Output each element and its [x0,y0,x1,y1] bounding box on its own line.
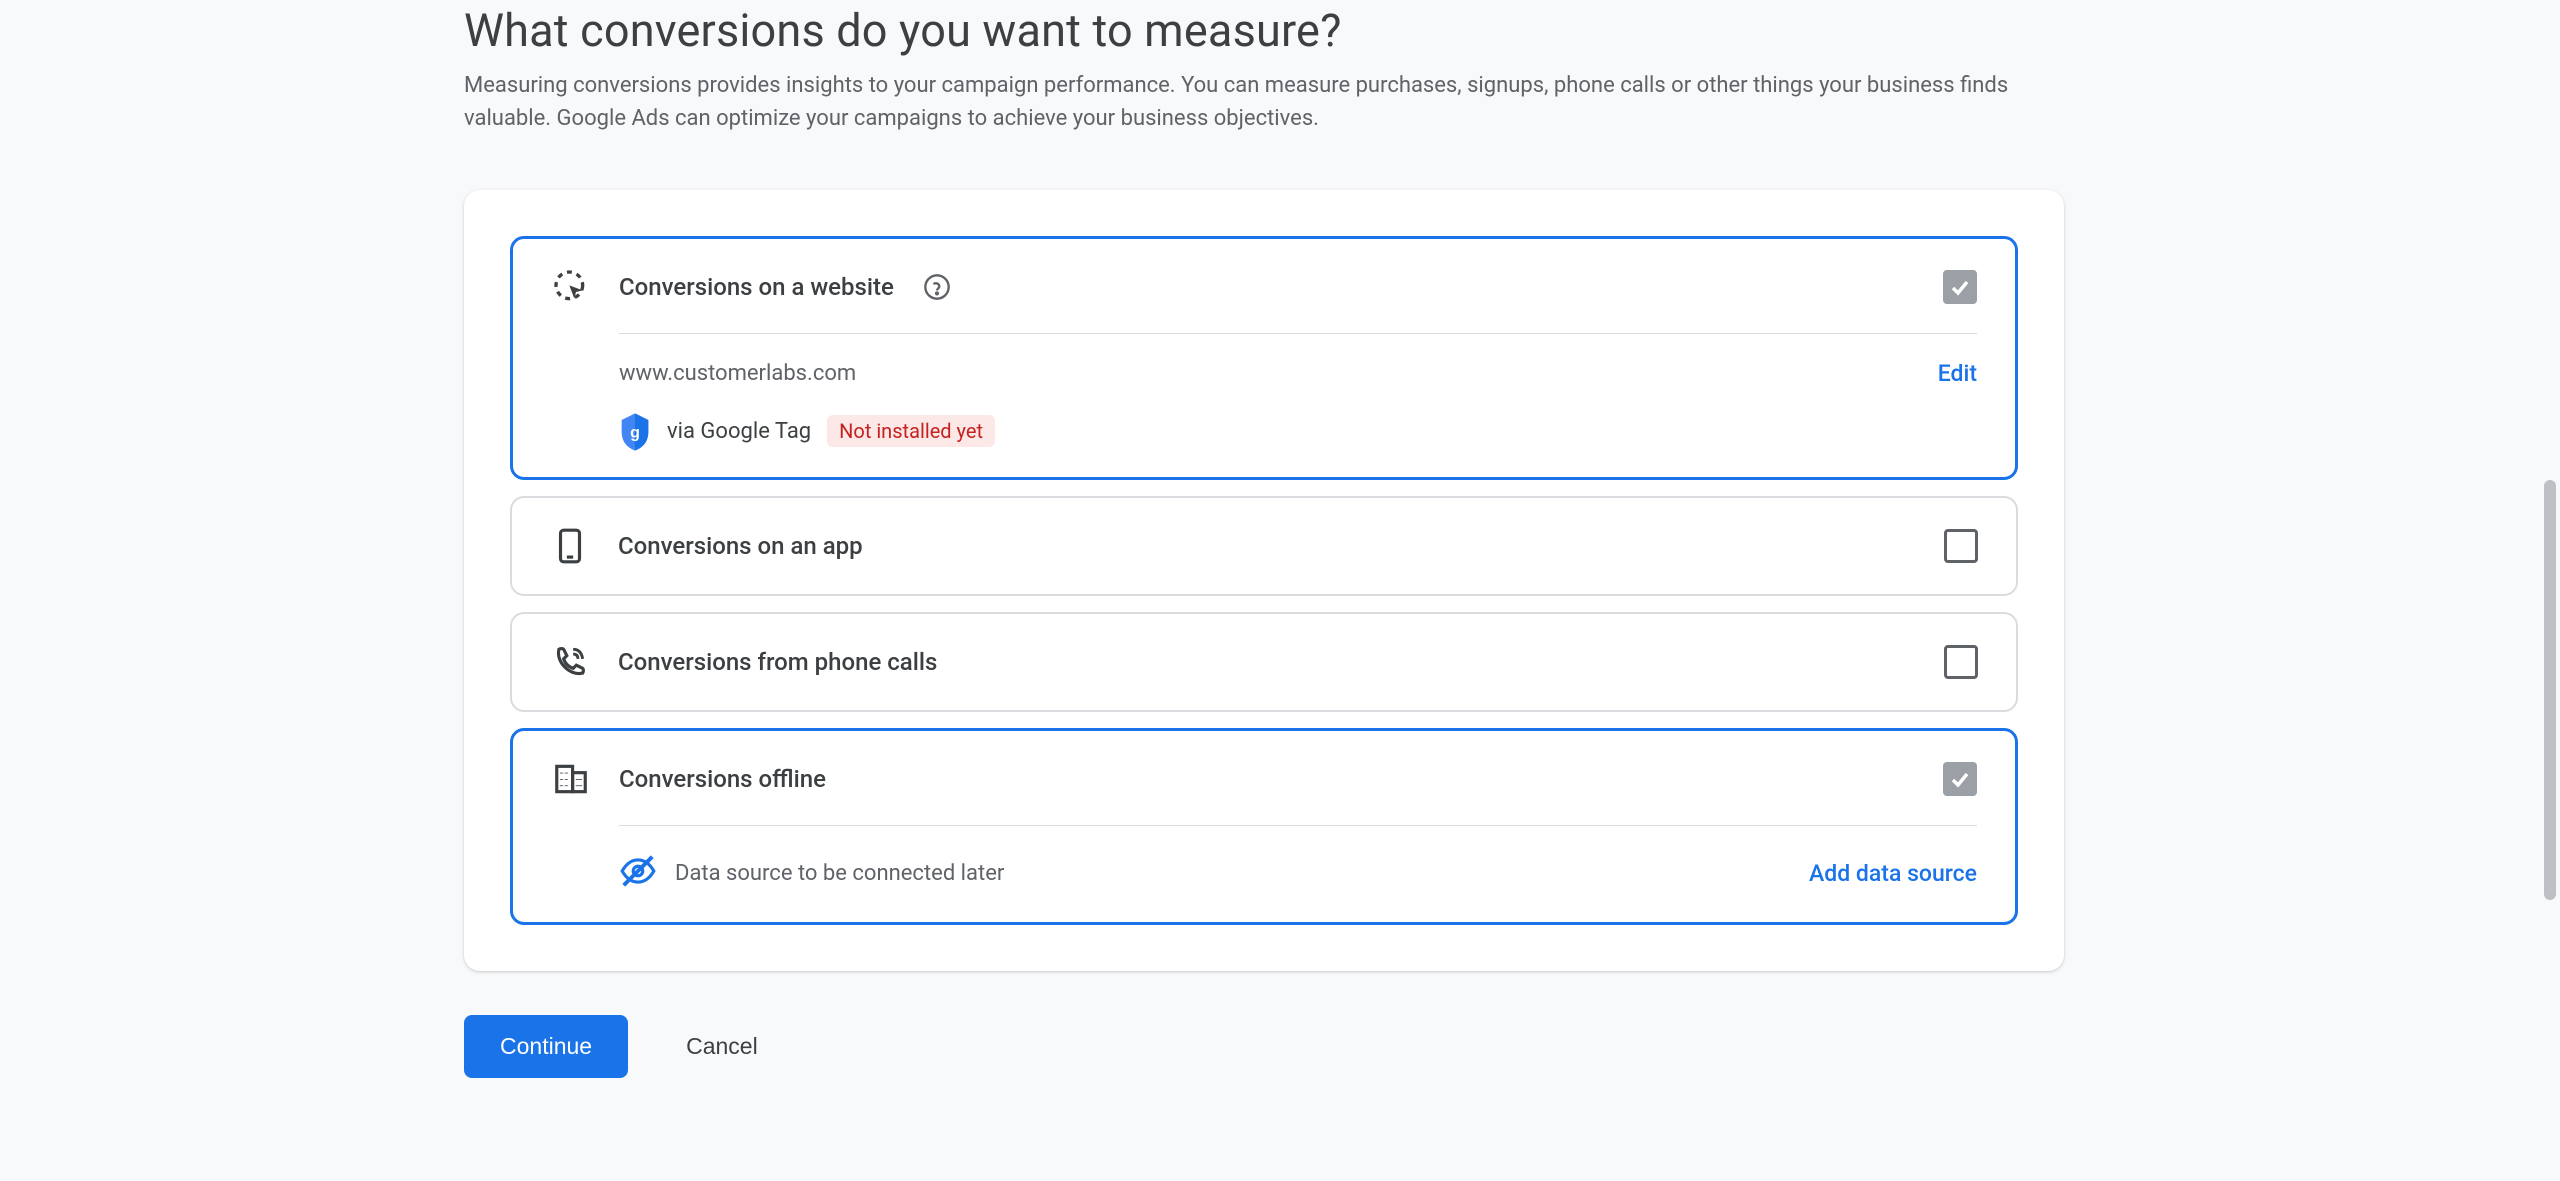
continue-button[interactable]: Continue [464,1015,628,1078]
svg-text:g: g [630,424,640,441]
option-offline[interactable]: Conversions offline [510,728,2018,925]
option-phone-label: Conversions from phone calls [618,648,937,676]
options-card: Conversions on a website w [464,190,2064,971]
add-data-source-button[interactable]: Add data source [1809,860,1977,887]
option-website-checkbox[interactable] [1943,270,1977,304]
google-tag-icon: g [619,413,651,449]
option-phone-checkbox[interactable] [1944,645,1978,679]
page-subtitle: Measuring conversions provides insights … [464,69,2064,135]
cancel-button[interactable]: Cancel [686,1033,758,1060]
option-app[interactable]: Conversions on an app [510,496,2018,596]
option-website[interactable]: Conversions on a website w [510,236,2018,480]
option-website-details: www.customerlabs.com Edit g via Google T… [619,333,1977,449]
option-offline-details: Data source to be connected later Add da… [619,825,1977,894]
website-domain: www.customerlabs.com [619,361,1938,386]
option-app-label: Conversions on an app [618,532,863,560]
option-app-checkbox[interactable] [1944,529,1978,563]
page-title: What conversions do you want to measure? [464,4,2064,57]
phone-call-icon [550,642,590,682]
option-offline-checkbox[interactable] [1943,762,1977,796]
edit-button[interactable]: Edit [1938,360,1977,387]
option-offline-label: Conversions offline [619,765,826,793]
google-tag-text: via Google Tag [667,419,811,444]
help-icon[interactable] [922,272,952,302]
tag-status-badge: Not installed yet [827,415,995,447]
smartphone-icon [550,526,590,566]
scrollbar-thumb[interactable] [2544,480,2556,900]
cursor-click-icon [551,267,591,307]
visibility-off-icon [619,852,657,894]
building-icon [551,759,591,799]
action-buttons: Continue Cancel [464,1015,2064,1078]
offline-detail-text: Data source to be connected later [675,861,1791,886]
option-website-label: Conversions on a website [619,273,894,301]
option-phone[interactable]: Conversions from phone calls [510,612,2018,712]
